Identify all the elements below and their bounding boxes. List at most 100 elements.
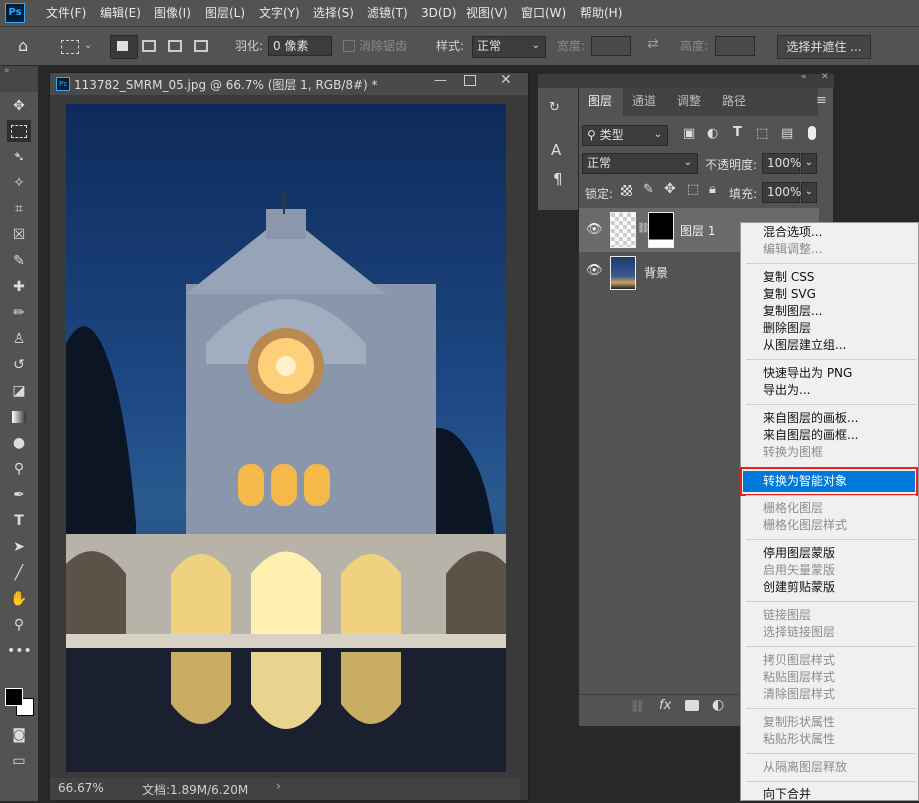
- lasso-tool-icon[interactable]: ➴: [7, 146, 31, 168]
- feather-input[interactable]: 0 像素: [268, 36, 332, 56]
- home-icon[interactable]: ⌂: [18, 36, 28, 55]
- filter-type-icon[interactable]: T: [733, 125, 742, 140]
- collapse-icon[interactable]: »: [4, 66, 10, 76]
- zoom-level[interactable]: 66.67%: [58, 781, 104, 795]
- menu-filter[interactable]: 滤镜(T): [367, 0, 408, 26]
- menu-merge-down[interactable]: 向下合并: [763, 786, 811, 803]
- path-selection-tool-icon[interactable]: ➤: [7, 536, 31, 558]
- add-selection-icon[interactable]: [142, 40, 156, 52]
- menu-convert-to-smart-object[interactable]: 转换为智能对象: [763, 473, 847, 490]
- chevron-down-icon[interactable]: ⌄: [84, 40, 92, 51]
- width-input[interactable]: [591, 36, 631, 56]
- tab-channels[interactable]: 通道: [632, 90, 656, 118]
- menu-type[interactable]: 文字(Y): [259, 0, 300, 26]
- canvas-image[interactable]: [66, 104, 506, 772]
- rect-marquee-tool-icon[interactable]: [7, 120, 31, 142]
- menu-blending-options[interactable]: 混合选项...: [763, 224, 822, 241]
- more-tools-icon[interactable]: •••: [7, 640, 32, 662]
- photoshop-logo-icon[interactable]: Ps: [5, 3, 25, 23]
- menu-frame-from-layers[interactable]: 来自图层的画框...: [763, 427, 858, 444]
- menu-export-as[interactable]: 导出为...: [763, 382, 810, 399]
- frame-tool-icon[interactable]: ☒: [7, 224, 31, 246]
- filter-adjustment-icon[interactable]: ◐: [707, 126, 718, 141]
- menu-artboard-from-layers[interactable]: 来自图层的画板...: [763, 410, 858, 427]
- panel-menu-icon[interactable]: ≡: [816, 93, 827, 108]
- crop-tool-icon[interactable]: ⌗: [7, 198, 31, 220]
- fill-dropdown[interactable]: ⌄: [801, 182, 817, 203]
- visibility-eye-icon[interactable]: 👁︎: [586, 263, 603, 278]
- healing-brush-tool-icon[interactable]: ✚: [7, 276, 31, 298]
- menu-disable-layer-mask[interactable]: 停用图层蒙版: [763, 545, 835, 562]
- menu-file[interactable]: 文件(F): [46, 0, 86, 26]
- brush-tool-icon[interactable]: ✏: [7, 302, 31, 324]
- maximize-icon[interactable]: [464, 75, 476, 86]
- menu-copy-css[interactable]: 复制 CSS: [763, 269, 814, 286]
- character-panel-icon[interactable]: A: [551, 141, 561, 159]
- lock-transparency-icon[interactable]: [621, 185, 632, 196]
- filter-pixel-icon[interactable]: ▣: [683, 126, 695, 141]
- swap-icon[interactable]: ⇄: [647, 36, 659, 52]
- add-mask-icon[interactable]: [685, 700, 699, 711]
- opacity-dropdown[interactable]: ⌄: [801, 153, 817, 174]
- filter-toggle-icon[interactable]: [808, 126, 816, 140]
- marquee-tool-icon[interactable]: [61, 40, 79, 54]
- blend-mode-select[interactable]: 正常 ⌄: [582, 153, 698, 174]
- link-layers-icon[interactable]: ⛓︎: [630, 699, 645, 713]
- menu-group-from-layers[interactable]: 从图层建立组...: [763, 337, 846, 354]
- background-layer-name[interactable]: 背景: [644, 264, 668, 281]
- height-input[interactable]: [715, 36, 755, 56]
- menu-copy-svg[interactable]: 复制 SVG: [763, 286, 816, 303]
- line-tool-icon[interactable]: ╱: [7, 562, 31, 584]
- layer-filter-select[interactable]: ⚲ 类型 ⌄: [582, 125, 668, 146]
- select-and-mask-button[interactable]: 选择并遮住 ...: [777, 35, 871, 59]
- fill-input[interactable]: 100%: [762, 182, 801, 203]
- magic-wand-tool-icon[interactable]: ✧: [7, 172, 31, 194]
- menu-edit[interactable]: 编辑(E): [100, 0, 141, 26]
- collapse-panels-icon[interactable]: «: [801, 72, 807, 82]
- minimize-icon[interactable]: —: [434, 73, 447, 88]
- lock-position-icon[interactable]: ✥: [664, 181, 676, 197]
- type-tool-icon[interactable]: T: [7, 510, 31, 532]
- close-icon[interactable]: ✕: [500, 72, 512, 88]
- screen-mode-icon[interactable]: ▭: [7, 750, 31, 772]
- filter-shape-icon[interactable]: ⬚: [756, 126, 768, 141]
- dodge-tool-icon[interactable]: ⚲: [7, 458, 31, 480]
- menu-window[interactable]: 窗口(W): [521, 0, 566, 26]
- zoom-tool-icon[interactable]: ⚲: [7, 614, 31, 636]
- menu-image[interactable]: 图像(I): [154, 0, 191, 26]
- quick-mask-icon[interactable]: ◙: [7, 724, 31, 746]
- gradient-tool-icon[interactable]: [7, 406, 31, 428]
- filter-smart-object-icon[interactable]: ▤: [781, 126, 793, 141]
- eraser-tool-icon[interactable]: ◪: [7, 380, 31, 402]
- stamp-tool-icon[interactable]: ♙: [7, 328, 31, 350]
- menu-quick-export-png[interactable]: 快速导出为 PNG: [763, 365, 852, 382]
- menu-3d[interactable]: 3D(D): [421, 0, 456, 26]
- close-panels-icon[interactable]: ✕: [821, 72, 829, 82]
- menu-create-clipping-mask[interactable]: 创建剪贴蒙版: [763, 579, 835, 596]
- opacity-input[interactable]: 100%: [762, 153, 801, 174]
- intersect-selection-icon[interactable]: [194, 40, 208, 52]
- menu-layer[interactable]: 图层(L): [205, 0, 245, 26]
- blur-tool-icon[interactable]: ●: [7, 432, 31, 454]
- tab-adjustments[interactable]: 调整: [677, 90, 701, 118]
- layer-1-name[interactable]: 图层 1: [680, 222, 715, 239]
- lock-artboard-icon[interactable]: ⬚: [687, 182, 699, 197]
- pen-tool-icon[interactable]: ✒: [7, 484, 31, 506]
- eyedropper-tool-icon[interactable]: ✎: [7, 250, 31, 272]
- hand-tool-icon[interactable]: ✋: [7, 588, 31, 610]
- antialias-checkbox[interactable]: [343, 40, 355, 52]
- style-select[interactable]: 正常 ⌄: [472, 36, 546, 58]
- paragraph-panel-icon[interactable]: ¶: [553, 170, 563, 188]
- menu-delete-layer[interactable]: 删除图层: [763, 320, 811, 337]
- history-brush-tool-icon[interactable]: ↺: [7, 354, 31, 376]
- menu-view[interactable]: 视图(V): [466, 0, 508, 26]
- move-tool-icon[interactable]: ✥: [7, 95, 31, 117]
- adjustment-layer-icon[interactable]: ◐: [712, 697, 724, 713]
- subtract-selection-icon[interactable]: [168, 40, 182, 52]
- tab-layers[interactable]: 图层: [588, 90, 612, 118]
- history-panel-icon[interactable]: ↻: [549, 100, 560, 115]
- chevron-right-icon[interactable]: ›: [276, 779, 281, 793]
- lock-all-icon[interactable]: 🔒︎: [709, 182, 716, 197]
- menu-select[interactable]: 选择(S): [313, 0, 354, 26]
- menu-duplicate-layer[interactable]: 复制图层...: [763, 303, 822, 320]
